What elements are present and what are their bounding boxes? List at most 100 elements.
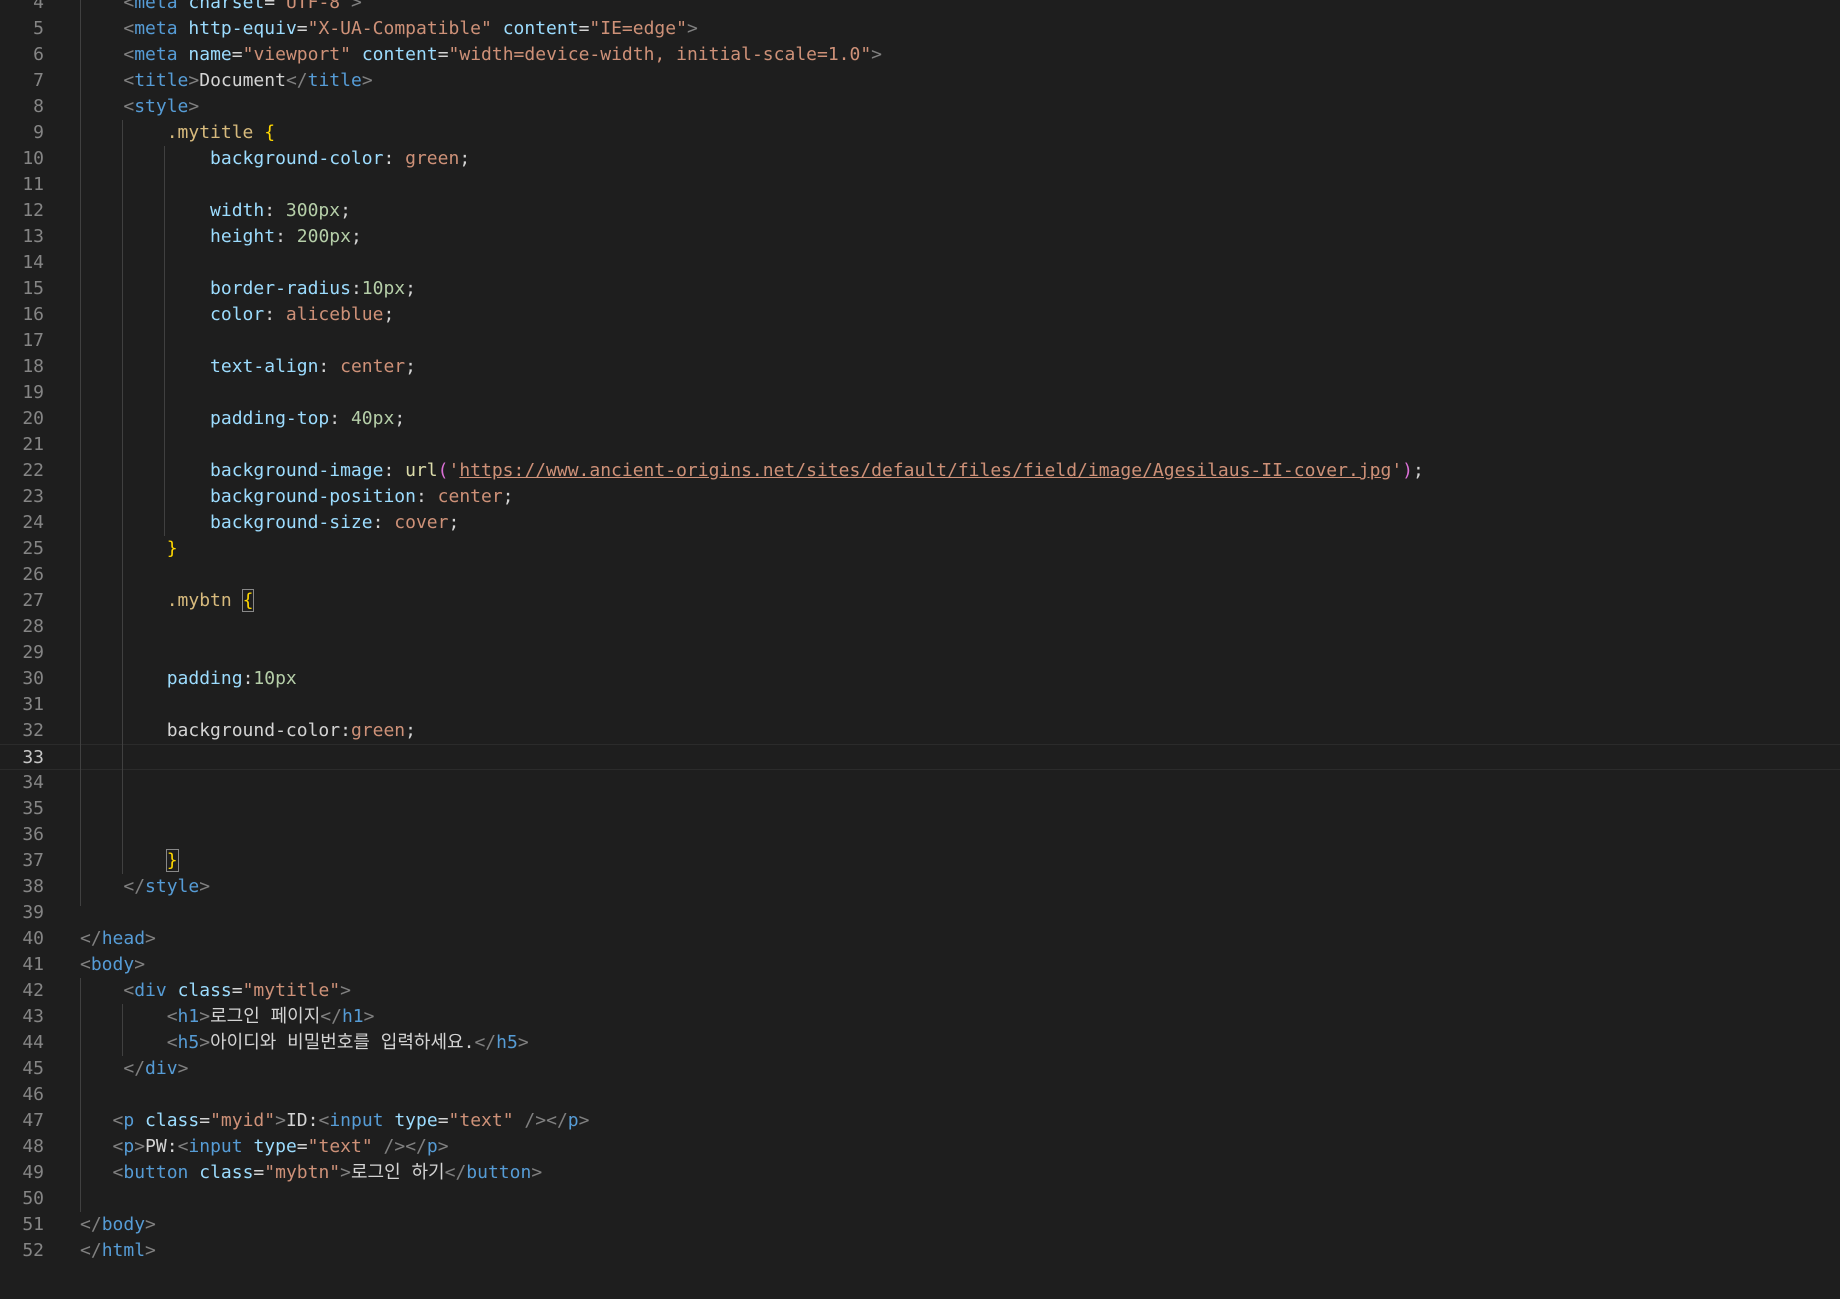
code-line[interactable]: 22 background-image: url('https://www.an… [0, 458, 1840, 484]
code-token: class [177, 980, 232, 1001]
code-line[interactable]: 4 <meta charset="UTF-8"> [0, 0, 1840, 16]
code-line[interactable]: 43 <h1>로그인 페이지</h1> [0, 1004, 1840, 1030]
code-line[interactable]: 50 [0, 1186, 1840, 1212]
code-line[interactable]: 24 background-size: cover; [0, 510, 1840, 536]
code-line[interactable]: 11 [0, 172, 1840, 198]
code-line[interactable]: 37 } [0, 848, 1840, 874]
code-line[interactable]: 13 height: 200px; [0, 224, 1840, 250]
code-line[interactable]: 51 </body> [0, 1212, 1840, 1238]
line-code[interactable]: background-image: url('https://www.ancie… [80, 458, 1424, 484]
code-line[interactable]: 46 [0, 1082, 1840, 1108]
code-line[interactable]: 20 padding-top: 40px; [0, 406, 1840, 432]
line-code[interactable]: <div class="mytitle"> [80, 978, 351, 1004]
code-line[interactable]: 29 [0, 640, 1840, 666]
line-code[interactable]: padding:10px [80, 666, 297, 692]
line-code[interactable]: border-radius:10px; [80, 276, 416, 302]
line-code[interactable]: </body> [80, 1212, 156, 1238]
code-line[interactable]: 6 <meta name="viewport" content="width=d… [0, 42, 1840, 68]
code-line[interactable]: 39 [0, 900, 1840, 926]
code-line[interactable]: 33 [0, 744, 1840, 770]
code-line[interactable]: 47 <p class="myid">ID:<input type="text"… [0, 1108, 1840, 1134]
line-code[interactable]: </head> [80, 926, 156, 952]
indent-guide-mytitle [164, 146, 165, 536]
line-code[interactable]: <body> [80, 952, 145, 978]
line-code[interactable]: padding-top: 40px; [80, 406, 405, 432]
line-code[interactable]: <p class="myid">ID:<input type="text" />… [80, 1108, 590, 1134]
code-line[interactable]: 5 <meta http-equiv="X-UA-Compatible" con… [0, 16, 1840, 42]
line-code[interactable]: <meta name="viewport" content="width=dev… [80, 42, 882, 68]
code-line[interactable]: 15 border-radius:10px; [0, 276, 1840, 302]
code-line[interactable]: 49 <button class="mybtn">로그인 하기</button> [0, 1160, 1840, 1186]
code-line[interactable]: 35 [0, 796, 1840, 822]
line-code[interactable]: </style> [80, 874, 210, 900]
code-line[interactable]: 14 [0, 250, 1840, 276]
line-code[interactable]: .mybtn { [80, 588, 255, 614]
code-line[interactable]: 27 .mybtn { [0, 588, 1840, 614]
code-line[interactable]: 19 [0, 380, 1840, 406]
code-line[interactable]: 44 <h5>아이디와 비밀번호를 입력하세요.</h5> [0, 1030, 1840, 1056]
code-line[interactable]: 9 .mytitle { [0, 120, 1840, 146]
code-token: charset [188, 0, 265, 13]
line-code[interactable]: <title>Document</title> [80, 68, 372, 94]
line-code[interactable]: .mytitle { [80, 120, 275, 146]
line-number: 31 [22, 694, 44, 715]
code-line[interactable]: 25 } [0, 536, 1840, 562]
line-code[interactable]: background-position: center; [80, 484, 513, 510]
line-code[interactable]: <meta http-equiv="X-UA-Compatible" conte… [80, 16, 697, 42]
line-code[interactable]: } [80, 536, 178, 562]
code-token: "width=device-width, initial-scale=1.0" [448, 44, 872, 65]
code-line[interactable]: 18 text-align: center; [0, 354, 1840, 380]
code-line[interactable]: 45 </div> [0, 1056, 1840, 1082]
code-line[interactable]: 7 <title>Document</title> [0, 68, 1840, 94]
line-code[interactable]: <style> [80, 94, 199, 120]
code-line[interactable]: 10 background-color: green; [0, 146, 1840, 172]
line-number: 5 [33, 18, 44, 39]
code-line[interactable]: 41 <body> [0, 952, 1840, 978]
code-line[interactable]: 21 [0, 432, 1840, 458]
line-code[interactable]: <button class="mybtn">로그인 하기</button> [80, 1160, 543, 1186]
code-line[interactable]: 36 [0, 822, 1840, 848]
code-editor[interactable]: 4 <meta charset="UTF-8"> 5 <meta http-equ… [0, 0, 1840, 1299]
code-line[interactable]: 32 background-color:green; [0, 718, 1840, 744]
line-code[interactable]: text-align: center; [80, 354, 416, 380]
code-line[interactable]: 48 <p>PW:<input type="text" /></p> [0, 1134, 1840, 1160]
code-line[interactable]: 38 </style> [0, 874, 1840, 900]
code-line[interactable]: 52 </html> [0, 1238, 1840, 1264]
code-token: = [253, 1162, 265, 1183]
code-token: </ [444, 1162, 467, 1183]
code-token: div [134, 980, 167, 1001]
line-code[interactable]: background-color: green; [80, 146, 470, 172]
line-code[interactable]: background-color:green; [80, 718, 416, 744]
code-line[interactable]: 26 [0, 562, 1840, 588]
line-code[interactable]: <h5>아이디와 비밀번호를 입력하세요.</h5> [80, 1030, 529, 1056]
line-code[interactable]: color: aliceblue; [80, 302, 394, 328]
line-code[interactable]: width: 300px; [80, 198, 351, 224]
code-line[interactable]: 23 background-position: center; [0, 484, 1840, 510]
code-line[interactable]: 28 [0, 614, 1840, 640]
line-code[interactable]: </html> [80, 1238, 156, 1264]
line-code[interactable]: } [80, 848, 179, 874]
code-token: name [188, 44, 232, 65]
line-code[interactable]: </div> [80, 1056, 188, 1082]
code-line[interactable]: 17 [0, 328, 1840, 354]
code-line[interactable]: 16 color: aliceblue; [0, 302, 1840, 328]
line-number: 15 [22, 278, 44, 299]
code-line[interactable]: 40 </head> [0, 926, 1840, 952]
code-line[interactable]: 31 [0, 692, 1840, 718]
code-line[interactable]: 12 width: 300px; [0, 198, 1840, 224]
code-line[interactable]: 30 padding:10px [0, 666, 1840, 692]
code-line[interactable]: 8 <style> [0, 94, 1840, 120]
line-code[interactable]: <p>PW:<input type="text" /></p> [80, 1134, 449, 1160]
code-line[interactable]: 42 <div class="mytitle"> [0, 978, 1840, 1004]
code-token: < [123, 96, 135, 117]
code-lines[interactable]: 4 <meta charset="UTF-8"> 5 <meta http-equ… [0, 0, 1840, 1264]
line-code[interactable]: <meta charset="UTF-8"> [80, 0, 361, 16]
code-line[interactable]: 34 [0, 770, 1840, 796]
line-code[interactable]: background-size: cover; [80, 510, 459, 536]
line-code[interactable]: <h1>로그인 페이지</h1> [80, 1004, 375, 1030]
